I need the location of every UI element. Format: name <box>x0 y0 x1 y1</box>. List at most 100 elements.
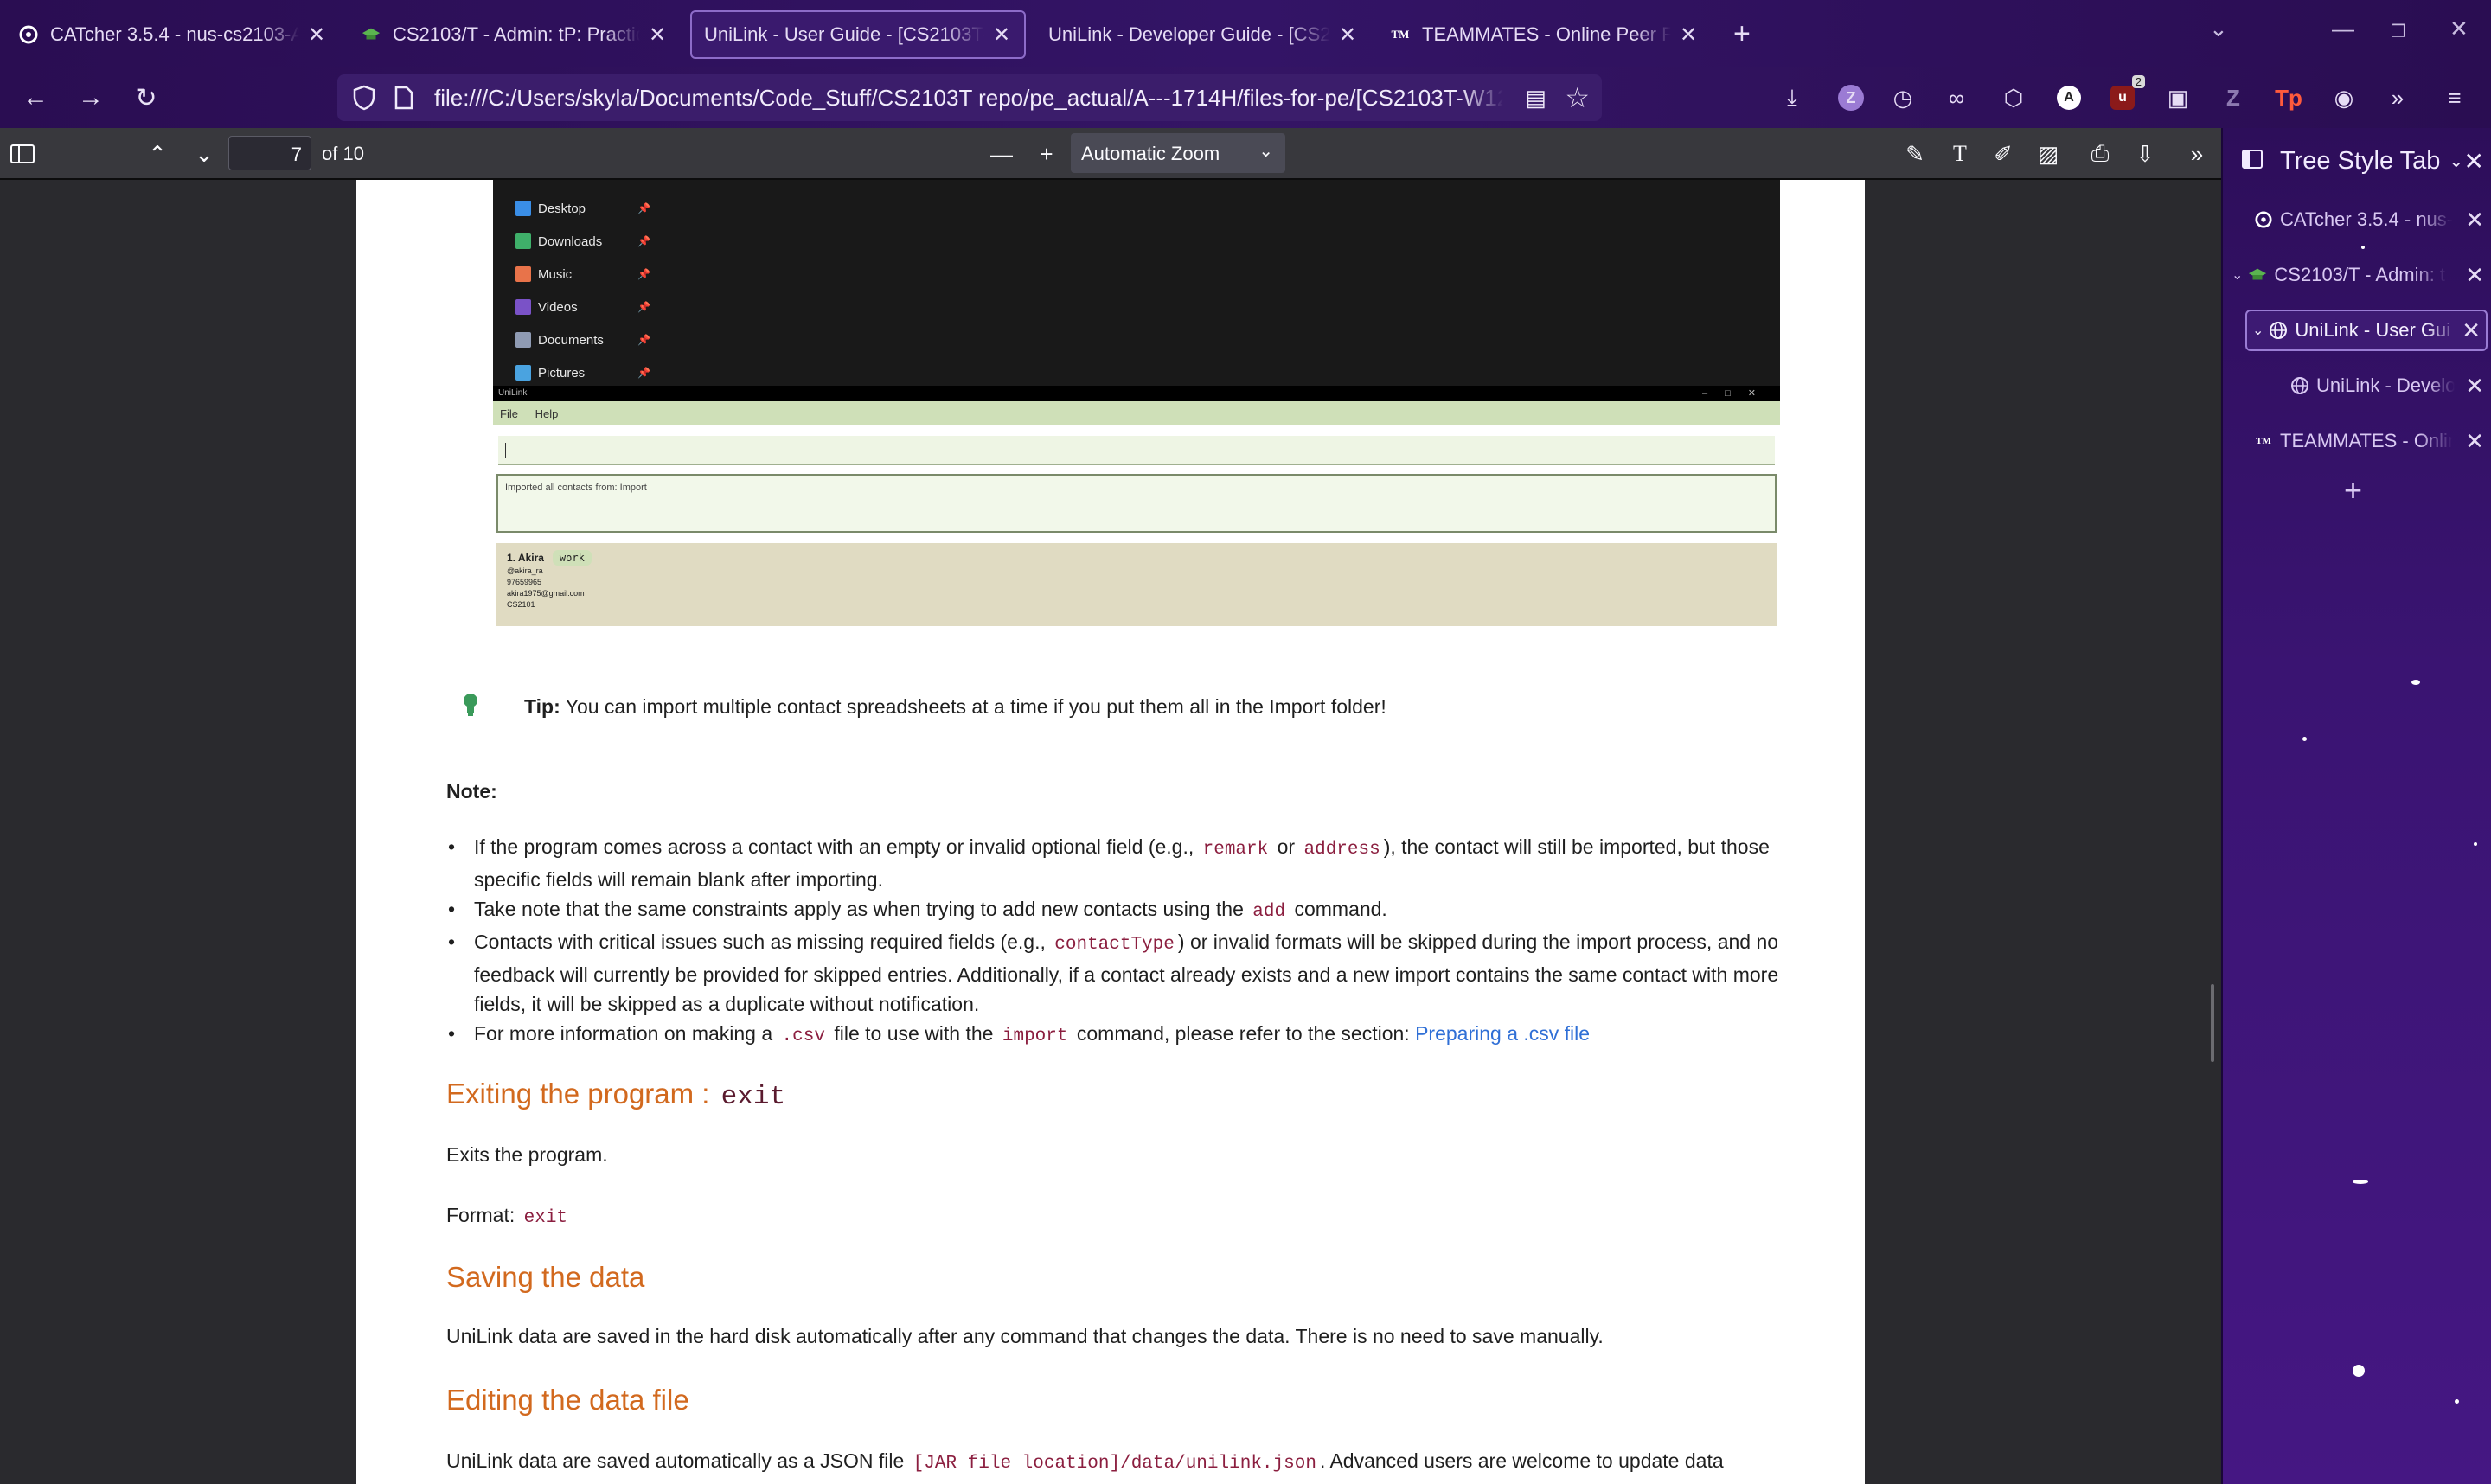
tip-text: Tip: You can import multiple contact spr… <box>524 695 1386 718</box>
unilink-app-window: UniLink –□✕ File Help Imported all conta… <box>493 386 1780 635</box>
tab-cs2103-admin[interactable]: CS2103/T - Admin: tP: Practical ✕ <box>362 10 668 59</box>
minimize-icon[interactable]: — <box>2332 16 2354 42</box>
zotero-icon[interactable]: Z <box>1837 84 1865 112</box>
tab-teammates[interactable]: TM TEAMMATES - Online Peer Feed ✕ <box>1391 10 1699 59</box>
chevron-down-icon[interactable]: ⌄ <box>2232 266 2243 284</box>
sidebar-tab-teammates[interactable]: TM TEAMMATES - Online ✕ <box>2254 422 2484 460</box>
lightbulb-icon <box>462 692 479 726</box>
star-decoration <box>2302 737 2307 741</box>
zotero-z-icon[interactable]: Z <box>2219 84 2247 112</box>
forward-button[interactable]: → <box>73 80 109 116</box>
history-icon[interactable]: ◷ <box>1889 84 1917 112</box>
sidebar-toggle-icon[interactable] <box>7 138 38 170</box>
reader-view-icon[interactable]: ▤ <box>1525 85 1546 112</box>
close-window-icon[interactable]: ✕ <box>2449 16 2469 42</box>
chevron-down-icon[interactable]: ⌄ <box>2252 322 2264 339</box>
sidebar-title: Tree Style Tab <box>2280 146 2441 175</box>
bookmark-star-icon[interactable]: ☆ <box>1565 81 1590 114</box>
back-button[interactable]: ← <box>17 80 54 116</box>
pdf-viewer[interactable]: Desktop 📌 Downloads 📌 Music 📌 Videos 📌 Docum… <box>0 180 2221 1484</box>
new-tab-button[interactable]: + <box>1733 17 1751 51</box>
tab-title: UniLink - User Guide - [CS2103T-W <box>704 23 984 45</box>
new-tab-button[interactable]: + <box>2344 472 2362 509</box>
saving-text: UniLink data are saved in the hard disk … <box>446 1325 1604 1347</box>
close-sidebar-icon[interactable]: ✕ <box>2464 147 2484 176</box>
private-mask-icon[interactable]: ∞ <box>1943 84 1970 112</box>
chevron-down-icon[interactable]: ⌄ <box>2449 150 2463 172</box>
tp-extension-icon[interactable]: Tp <box>2275 84 2302 112</box>
zoom-value: Automatic Zoom <box>1081 143 1220 164</box>
close-tab-icon[interactable]: ✕ <box>991 22 1012 48</box>
close-tab-icon[interactable]: ✕ <box>306 22 327 48</box>
more-tools-icon[interactable]: » <box>2384 84 2411 112</box>
star-decoration <box>2353 1180 2368 1184</box>
adblock-icon[interactable]: A <box>2055 84 2083 112</box>
ublock-icon[interactable]: u 2 <box>2109 75 2145 112</box>
sidebar-toggle-icon[interactable]: ▣ <box>2164 84 2192 112</box>
page-icon <box>394 86 413 114</box>
tab-title: CS2103/T - Admin: tP: Practical <box>393 23 640 45</box>
address-bar[interactable]: file:///C:/Users/skyla/Documents/Code_St… <box>337 74 1602 121</box>
page-number-input[interactable]: 7 <box>228 136 311 170</box>
close-tab-icon[interactable]: ✕ <box>2465 262 2484 289</box>
close-tab-icon[interactable]: ✕ <box>1337 22 1358 48</box>
close-tab-icon[interactable]: ✕ <box>2465 207 2484 233</box>
sidebar-tab-unilink-dev-guide[interactable]: UniLink - Develo ✕ <box>2290 367 2484 405</box>
more-tools-icon[interactable]: » <box>2181 138 2212 170</box>
app-menu-bar: File Help <box>493 401 1780 425</box>
sidebar-tab-title: CATcher 3.5.4 - nus-cs <box>2280 208 2453 230</box>
star-decoration <box>2455 1399 2459 1404</box>
pin-icon: 📌 <box>637 202 650 214</box>
reload-button[interactable]: ↻ <box>128 80 164 116</box>
scrollbar-thumb[interactable] <box>2211 984 2214 1062</box>
tab-unilink-dev-guide[interactable]: UniLink - Developer Guide - [CS210 ✕ <box>1048 10 1358 59</box>
close-tab-icon[interactable]: ✕ <box>2465 428 2484 455</box>
tab-catcher[interactable]: CATcher 3.5.4 - nus-cs2103-AY2 ✕ <box>19 10 327 59</box>
zoom-select[interactable]: Automatic Zoom ⌄ <box>1071 133 1285 173</box>
close-tab-icon[interactable]: ✕ <box>647 22 668 48</box>
preparing-csv-link[interactable]: Preparing a .csv file <box>1415 1022 1590 1045</box>
tab-unilink-user-guide[interactable]: UniLink - User Guide - [CS2103T-W ✕ <box>690 10 1026 59</box>
circle-extension-icon[interactable]: ◉ <box>2330 84 2358 112</box>
folder-icon <box>515 201 531 216</box>
app-menu-icon[interactable]: ≡ <box>2441 84 2469 112</box>
command-box <box>498 436 1775 465</box>
video-icon <box>515 299 531 315</box>
draw-icon[interactable]: ✐ <box>1988 138 2019 170</box>
page-count: of 10 <box>322 143 364 164</box>
downloads-icon[interactable]: ⤓ <box>1778 84 1806 112</box>
close-tab-icon[interactable]: ✕ <box>2465 373 2484 400</box>
close-tab-icon[interactable]: ✕ <box>2462 317 2481 344</box>
explorer-item-music: Music 📌 <box>515 259 650 289</box>
contact-tag: work <box>552 550 592 566</box>
pin-icon: 📌 <box>637 301 650 313</box>
previous-page-icon[interactable]: ⌃ <box>142 138 173 170</box>
list-item: Contacts with critical issues such as mi… <box>448 927 1797 1019</box>
sidebar-header[interactable]: Tree Style Tab ⌄ ✕ <box>2223 140 2491 182</box>
text-tool-icon[interactable]: T <box>1944 138 1976 170</box>
highlight-icon[interactable]: ✎ <box>1899 138 1931 170</box>
explorer-item-desktop: Desktop 📌 <box>515 194 650 223</box>
image-icon[interactable]: ▨ <box>2033 138 2064 170</box>
star-decoration <box>2353 1365 2365 1377</box>
zoom-out-icon[interactable]: — <box>986 138 1017 170</box>
url-text[interactable]: file:///C:/Users/skyla/Documents/Code_St… <box>434 85 1503 112</box>
sidebar-tab-cs2103-admin[interactable]: ⌄ CS2103/T - Admin: tP ✕ <box>2232 256 2484 294</box>
extensions-puzzle-icon[interactable]: ⬡ <box>2000 84 2027 112</box>
close-tab-icon[interactable]: ✕ <box>1678 22 1699 48</box>
sidebar-tab-title: UniLink - Develo <box>2316 374 2455 396</box>
shield-icon[interactable] <box>353 85 375 115</box>
zoom-in-icon[interactable]: + <box>1031 138 1062 170</box>
save-icon[interactable]: ⇩ <box>2129 138 2161 170</box>
sidebar-tab-unilink-user-guide[interactable]: ⌄ UniLink - User Gui ✕ <box>2245 310 2488 351</box>
tab-title: CATcher 3.5.4 - nus-cs2103-AY2 <box>50 23 299 45</box>
list-all-tabs-icon[interactable]: ⌄ <box>2209 16 2228 42</box>
contact-name: 1. Akira <box>507 552 544 564</box>
section-heading-exit: Exiting the program : exit <box>446 1078 786 1112</box>
sidebar-tab-catcher[interactable]: CATcher 3.5.4 - nus-cs ✕ <box>2254 201 2484 239</box>
exit-description: Exits the program. <box>446 1143 608 1166</box>
window-controls: –□✕ <box>1702 388 1773 399</box>
next-page-icon[interactable]: ⌄ <box>189 138 220 170</box>
print-icon[interactable]: ⎙ <box>2084 138 2116 170</box>
restore-icon[interactable]: ❐ <box>2391 21 2406 42</box>
